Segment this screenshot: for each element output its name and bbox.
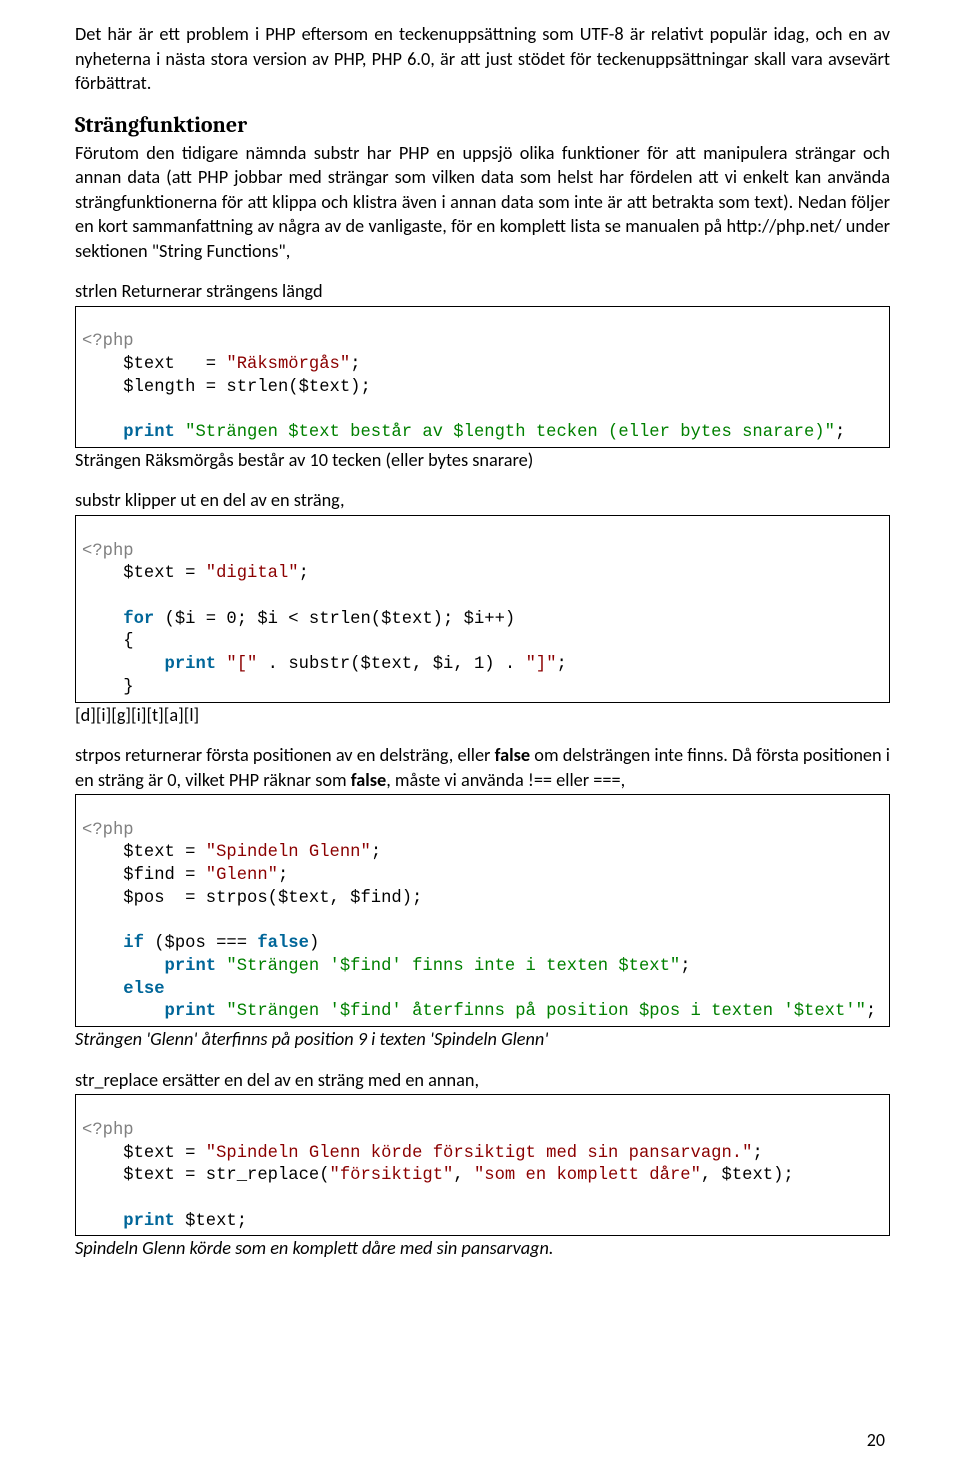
code-text: $pos = strpos($text, $find);: [82, 889, 422, 908]
code-text: $text =: [82, 564, 206, 583]
code-text: $text =: [82, 843, 206, 862]
string-literal: "digital": [206, 564, 299, 583]
php-open-tag: <?php: [82, 332, 134, 351]
string-literal: "som en komplett dåre": [474, 1166, 701, 1185]
code-text: ($i = 0; $i < strlen($text); $i++): [154, 610, 515, 629]
strlen-block: strlen Returnerar strängens längd <?php …: [75, 279, 890, 472]
document-page: Det här är ett problem i PHP eftersom en…: [0, 0, 960, 1471]
string-literal: "Strängen $text består av $length tecken…: [175, 423, 835, 442]
code-text: substr($text, $i, 1): [288, 655, 494, 674]
keyword-print: print: [82, 957, 216, 976]
code-text: ;: [350, 355, 360, 374]
code-text: $text = str_replace(: [82, 1166, 330, 1185]
string-literal: "Strängen '$find' finns inte i texten $t…: [216, 957, 680, 976]
code-text: ;: [752, 1144, 762, 1163]
code-text: ;: [278, 866, 288, 885]
substr-code-box: <?php $text = "digital"; for ($i = 0; $i…: [75, 515, 890, 703]
keyword-print: print: [82, 423, 175, 442]
strreplace-intro: str_replace ersätter en del av en sträng…: [75, 1068, 890, 1093]
strlen-intro: strlen Returnerar strängens längd: [75, 279, 890, 304]
code-text: ;: [299, 564, 309, 583]
code-text: $text;: [175, 1212, 247, 1231]
string-literal: "Räksmörgås": [226, 355, 350, 374]
page-number: 20: [867, 1429, 885, 1451]
strlen-code-box: <?php $text = "Räksmörgås"; $length = st…: [75, 306, 890, 448]
code-text: ;: [371, 843, 381, 862]
substr-intro: substr klipper ut en del av en sträng,: [75, 488, 890, 513]
code-text: ;: [680, 957, 690, 976]
text: strpos returnerar första positionen av e…: [75, 744, 495, 766]
code-text: , $text);: [701, 1166, 794, 1185]
keyword-print: print: [82, 655, 216, 674]
string-literal: "]": [526, 655, 557, 674]
strang-body-paragraph: Förutom den tidigare nämnda substr har P…: [75, 141, 890, 264]
strpos-output: Strängen 'Glenn' återfinns på position 9…: [75, 1027, 890, 1052]
code-text: .: [495, 655, 526, 674]
strlen-output: Strängen Räksmörgås består av 10 tecken …: [75, 448, 890, 473]
strreplace-output: Spindeln Glenn körde som en komplett dår…: [75, 1236, 890, 1261]
code-text: ;: [835, 423, 845, 442]
code-text: ,: [453, 1166, 474, 1185]
bold-false: false: [351, 769, 387, 791]
code-text: {: [82, 632, 134, 651]
code-text: $text =: [82, 355, 226, 374]
code-text: $text =: [82, 1144, 206, 1163]
keyword-print: print: [82, 1002, 216, 1021]
keyword-else: else: [82, 980, 165, 999]
strreplace-block: str_replace ersätter en del av en sträng…: [75, 1068, 890, 1261]
keyword-if: if: [82, 934, 144, 953]
substr-output: [d][i][g][i][t][a][l]: [75, 703, 890, 728]
strpos-block: strpos returnerar första positionen av e…: [75, 743, 890, 1052]
keyword-for: for: [82, 610, 154, 629]
strpos-code-box: <?php $text = "Spindeln Glenn"; $find = …: [75, 794, 890, 1027]
php-open-tag: <?php: [82, 542, 134, 561]
keyword-print: print: [82, 1212, 175, 1231]
string-literal: "Spindeln Glenn": [206, 843, 371, 862]
code-text: $length = strlen($text);: [82, 378, 371, 397]
code-text: ;: [557, 655, 567, 674]
code-text: ($pos ===: [144, 934, 257, 953]
text: , måste vi använda !== eller ===,: [386, 769, 625, 791]
code-text: }: [82, 678, 134, 697]
section-heading-strangfunktioner: Strängfunktioner: [75, 112, 890, 138]
bold-false: false: [495, 744, 531, 766]
string-literal: "Strängen '$find' återfinns på position …: [216, 1002, 866, 1021]
strpos-intro: strpos returnerar första positionen av e…: [75, 743, 890, 792]
code-text: $find =: [82, 866, 206, 885]
substr-block: substr klipper ut en del av en sträng, <…: [75, 488, 890, 727]
code-text: ;: [866, 1002, 876, 1021]
string-literal: "Spindeln Glenn körde försiktigt med sin…: [206, 1144, 753, 1163]
php-open-tag: <?php: [82, 821, 134, 840]
code-text: .: [257, 655, 288, 674]
string-literal: "[": [216, 655, 257, 674]
strreplace-code-box: <?php $text = "Spindeln Glenn körde förs…: [75, 1094, 890, 1236]
intro-paragraph: Det här är ett problem i PHP eftersom en…: [75, 22, 890, 96]
string-literal: "Glenn": [206, 866, 278, 885]
code-text: ): [309, 934, 319, 953]
php-open-tag: <?php: [82, 1121, 134, 1140]
keyword-false: false: [257, 934, 309, 953]
string-literal: "försiktigt": [330, 1166, 454, 1185]
